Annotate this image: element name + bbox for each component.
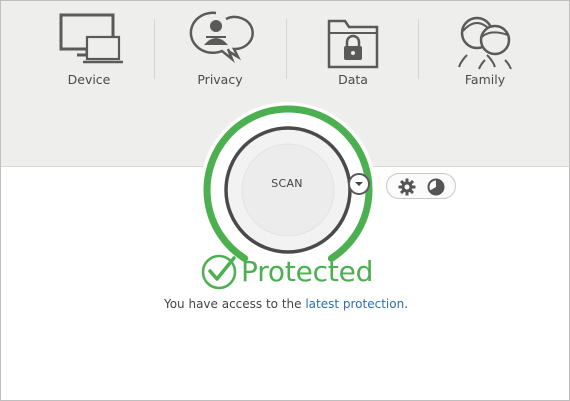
nav-divider [418,19,419,79]
nav-item-data[interactable]: Data [293,7,413,95]
chevron-down-icon [355,182,363,186]
subtitle-suffix: . [404,297,409,311]
latest-protection-link[interactable]: latest protection [305,297,404,311]
nav-item-family[interactable]: Family [425,7,545,95]
subtitle-prefix: You have access to the [163,297,306,311]
nav-divider [154,19,155,79]
history-button[interactable] [426,177,446,197]
settings-button[interactable] [397,177,417,197]
data-lock-icon [293,7,413,71]
status-text: Protected [241,255,374,288]
family-icon [425,7,545,71]
nav-item-device[interactable]: Device [29,7,149,95]
scan-options-dropdown[interactable] [348,173,370,195]
app-window: Device Privacy Data Family SCAN Protecte… [0,0,570,401]
privacy-icon [160,7,280,71]
device-icon [29,7,149,71]
nav-divider [286,19,287,79]
nav-label-family: Family [464,72,506,87]
nav-label-device: Device [67,72,111,87]
scan-button[interactable] [231,134,343,246]
check-circle-icon [201,254,237,290]
nav-item-privacy[interactable]: Privacy [160,7,280,95]
pie-chart-icon [427,178,445,196]
nav-label-data: Data [338,72,368,87]
status-subtitle: You have access to the latest protection… [1,297,569,311]
tools-pill [386,173,456,199]
nav-label-privacy: Privacy [197,72,243,87]
gear-icon [398,178,416,196]
